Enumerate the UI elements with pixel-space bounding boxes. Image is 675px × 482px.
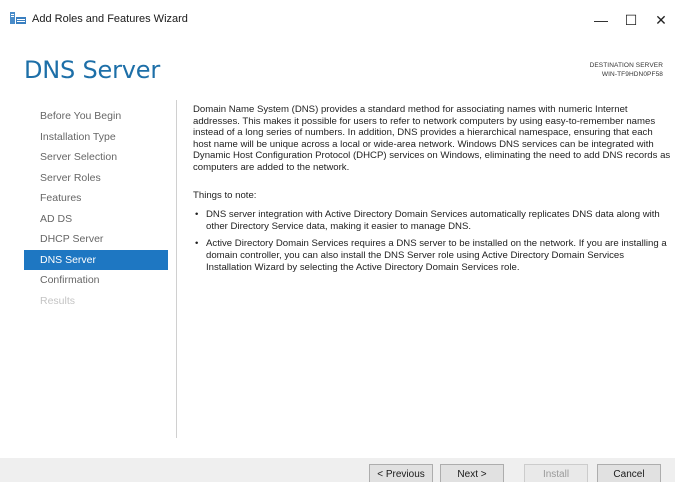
list-item: • Active Directory Domain Services requi… bbox=[193, 238, 671, 273]
nav-item-server-roles[interactable]: Server Roles bbox=[24, 168, 168, 189]
bullet-icon: • bbox=[195, 209, 199, 221]
nav-item-installation-type[interactable]: Installation Type bbox=[24, 127, 168, 148]
nav-item-before-you-begin[interactable]: Before You Begin bbox=[24, 106, 168, 127]
nav-divider bbox=[176, 100, 177, 438]
nav-item-features[interactable]: Features bbox=[24, 188, 168, 209]
nav-item-server-selection[interactable]: Server Selection bbox=[24, 147, 168, 168]
bullet-icon: • bbox=[195, 238, 199, 250]
server-manager-icon bbox=[10, 12, 26, 24]
wizard-nav: Before You Begin Installation Type Serve… bbox=[24, 106, 168, 311]
nav-item-confirmation[interactable]: Confirmation bbox=[24, 270, 168, 291]
nav-item-ad-ds[interactable]: AD DS bbox=[24, 209, 168, 230]
window-title: Add Roles and Features Wizard bbox=[32, 13, 188, 25]
nav-item-dhcp-server[interactable]: DHCP Server bbox=[24, 229, 168, 250]
content-pane: Domain Name System (DNS) provides a stan… bbox=[193, 104, 671, 279]
title-bar: Add Roles and Features Wizard — ☐ ✕ bbox=[0, 0, 675, 34]
cancel-button[interactable]: Cancel bbox=[597, 464, 661, 482]
note-text: DNS server integration with Active Direc… bbox=[206, 209, 660, 232]
previous-button[interactable]: < Previous bbox=[369, 464, 433, 482]
maximize-button[interactable]: ☐ bbox=[617, 8, 645, 32]
next-button[interactable]: Next > bbox=[440, 464, 504, 482]
notes-list: • DNS server integration with Active Dir… bbox=[193, 209, 671, 273]
page-title: DNS Server bbox=[24, 56, 161, 84]
list-item: • DNS server integration with Active Dir… bbox=[193, 209, 671, 232]
nav-item-results: Results bbox=[40, 294, 76, 307]
nav-item-dns-server[interactable]: DNS Server bbox=[24, 249, 168, 270]
close-button[interactable]: ✕ bbox=[647, 8, 675, 32]
destination-server-name: WIN-TF9HDN0PF58 bbox=[601, 71, 663, 78]
destination-label: DESTINATION SERVER bbox=[589, 62, 663, 69]
note-text: Active Directory Domain Services require… bbox=[206, 238, 667, 273]
install-button: Install bbox=[524, 464, 588, 482]
minimize-button[interactable]: — bbox=[587, 8, 615, 32]
intro-paragraph: Domain Name System (DNS) provides a stan… bbox=[193, 104, 671, 173]
destination-server: DESTINATION SERVER WIN-TF9HDN0PF58 bbox=[590, 61, 663, 79]
notes-heading: Things to note: bbox=[193, 189, 257, 201]
